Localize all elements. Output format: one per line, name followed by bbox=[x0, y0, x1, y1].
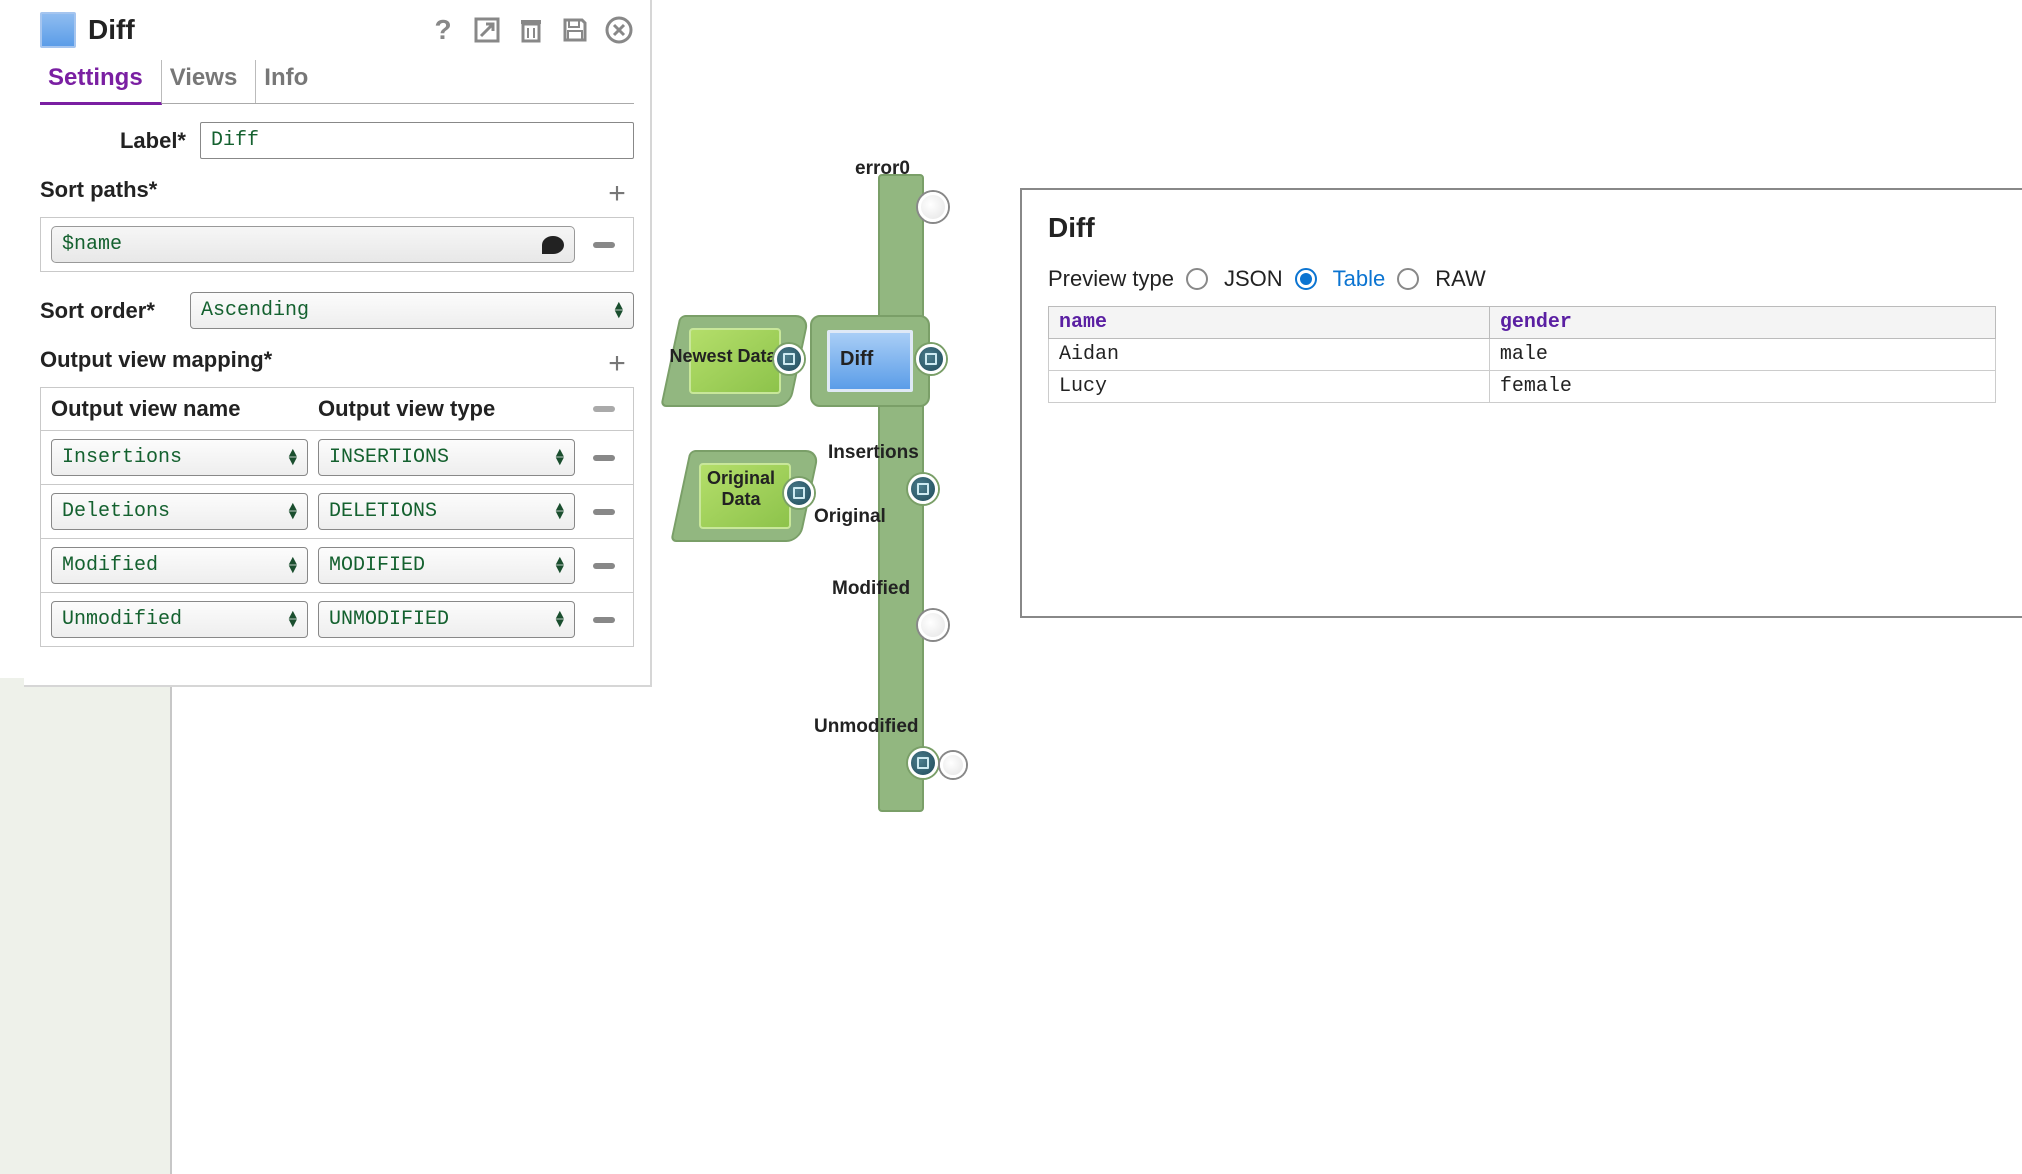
radio-table[interactable] bbox=[1295, 268, 1317, 290]
sort-paths-section: Sort paths* + $name bbox=[40, 177, 634, 272]
cell-gender: female bbox=[1489, 371, 1995, 403]
label-row: Label* bbox=[40, 122, 634, 159]
tab-views[interactable]: Views bbox=[162, 60, 257, 103]
left-strip bbox=[0, 678, 172, 1174]
output-mapping-header: Output view name Output view type bbox=[41, 388, 633, 430]
newest-data-label: Newest Data bbox=[668, 346, 778, 367]
diff-node-label: Diff bbox=[840, 348, 873, 371]
add-output-mapping-icon[interactable]: + bbox=[600, 347, 634, 381]
output-label-original: Original bbox=[814, 506, 886, 528]
port-insertions[interactable] bbox=[908, 474, 938, 504]
output-mapping-list: Output view name Output view type Insert… bbox=[40, 387, 634, 647]
output-mapping-row: Insertions▲▼ INSERTIONS▲▼ bbox=[41, 430, 633, 484]
col-header-name: Output view name bbox=[51, 396, 308, 422]
table-header-row: name gender bbox=[1049, 307, 1996, 339]
trash-icon[interactable] bbox=[516, 15, 546, 45]
table-row: Aidan male bbox=[1049, 339, 1996, 371]
port-modified[interactable] bbox=[918, 610, 948, 640]
port-unmodified-extra[interactable] bbox=[940, 752, 966, 778]
tab-settings[interactable]: Settings bbox=[40, 60, 162, 105]
original-data-label: OriginalData bbox=[686, 468, 796, 510]
output-mapping-row: Modified▲▼ MODIFIED▲▼ bbox=[41, 538, 633, 592]
cell-gender: male bbox=[1489, 339, 1995, 371]
label-label: Label* bbox=[40, 128, 200, 154]
tab-info[interactable]: Info bbox=[256, 60, 326, 103]
sort-path-row: $name bbox=[41, 218, 633, 271]
output-mapping-label: Output view mapping* bbox=[40, 347, 272, 373]
remove-row-icon[interactable] bbox=[593, 509, 615, 515]
preview-type-row: Preview type JSON Table RAW bbox=[1048, 266, 1996, 292]
port-diff-out[interactable] bbox=[916, 344, 946, 374]
panel-header: Diff ? bbox=[40, 12, 634, 60]
output-label-error0: error0 bbox=[855, 158, 910, 180]
port-error0[interactable] bbox=[918, 192, 948, 222]
help-icon[interactable]: ? bbox=[428, 15, 458, 45]
port-unmodified[interactable] bbox=[908, 748, 938, 778]
output-label-insertions: Insertions bbox=[828, 442, 919, 464]
pipeline-canvas[interactable]: error0 Newest Data Diff OriginalData Ins… bbox=[660, 160, 990, 860]
label-input[interactable] bbox=[200, 122, 634, 159]
preview-type-label: Preview type bbox=[1048, 266, 1174, 292]
preview-table: name gender Aidan male Lucy female bbox=[1048, 306, 1996, 403]
cell-name: Aidan bbox=[1049, 339, 1490, 371]
node-chip-icon bbox=[40, 12, 76, 48]
output-mapping-section: Output view mapping* + Output view name … bbox=[40, 347, 634, 647]
output-name-select[interactable]: Unmodified▲▼ bbox=[51, 601, 308, 638]
table-row: Lucy female bbox=[1049, 371, 1996, 403]
port-newest-data[interactable] bbox=[774, 344, 804, 374]
panel-title: Diff bbox=[88, 14, 416, 46]
tabs: Settings Views Info bbox=[40, 60, 634, 104]
radio-json[interactable] bbox=[1186, 268, 1208, 290]
sort-paths-list: $name bbox=[40, 217, 634, 272]
output-mapping-row: Deletions▲▼ DELETIONS▲▼ bbox=[41, 484, 633, 538]
col-name: name bbox=[1049, 307, 1490, 339]
suggest-icon[interactable] bbox=[542, 236, 564, 254]
remove-sort-path-icon[interactable] bbox=[593, 242, 615, 248]
save-icon[interactable] bbox=[560, 15, 590, 45]
panel-actions: ? bbox=[428, 15, 634, 45]
output-type-select[interactable]: INSERTIONS▲▼ bbox=[318, 439, 575, 476]
output-type-select[interactable]: UNMODIFIED▲▼ bbox=[318, 601, 575, 638]
cell-name: Lucy bbox=[1049, 371, 1490, 403]
preview-panel: Diff Preview type JSON Table RAW name ge… bbox=[1020, 188, 2022, 618]
output-name-select[interactable]: Modified▲▼ bbox=[51, 547, 308, 584]
sort-order-label: Sort order* bbox=[40, 298, 190, 324]
remove-row-icon[interactable] bbox=[593, 617, 615, 623]
option-raw[interactable]: RAW bbox=[1435, 266, 1486, 292]
popout-icon[interactable] bbox=[472, 15, 502, 45]
sort-paths-label: Sort paths* bbox=[40, 177, 157, 203]
close-icon[interactable] bbox=[604, 15, 634, 45]
option-table[interactable]: Table bbox=[1333, 266, 1386, 292]
port-original-data[interactable] bbox=[784, 478, 814, 508]
output-type-select[interactable]: DELETIONS▲▼ bbox=[318, 493, 575, 530]
sort-order-row: Sort order* Ascending ▲▼ bbox=[40, 292, 634, 329]
settings-panel: Diff ? Settings Views Info Label* Sort bbox=[24, 0, 652, 687]
add-sort-path-icon[interactable]: + bbox=[600, 177, 634, 211]
output-name-select[interactable]: Insertions▲▼ bbox=[51, 439, 308, 476]
remove-row-icon[interactable] bbox=[593, 563, 615, 569]
remove-header-icon bbox=[593, 406, 615, 412]
col-gender: gender bbox=[1489, 307, 1995, 339]
radio-raw[interactable] bbox=[1397, 268, 1419, 290]
output-type-select[interactable]: MODIFIED▲▼ bbox=[318, 547, 575, 584]
col-header-type: Output view type bbox=[318, 396, 575, 422]
remove-row-icon[interactable] bbox=[593, 455, 615, 461]
output-label-unmodified: Unmodified bbox=[814, 716, 919, 738]
output-mapping-row: Unmodified▲▼ UNMODIFIED▲▼ bbox=[41, 592, 633, 646]
option-json[interactable]: JSON bbox=[1224, 266, 1283, 292]
output-name-select[interactable]: Deletions▲▼ bbox=[51, 493, 308, 530]
output-label-modified: Modified bbox=[832, 578, 910, 600]
sort-path-input[interactable]: $name bbox=[51, 226, 575, 263]
preview-title: Diff bbox=[1048, 212, 1996, 244]
sort-order-select[interactable]: Ascending ▲▼ bbox=[190, 292, 634, 329]
